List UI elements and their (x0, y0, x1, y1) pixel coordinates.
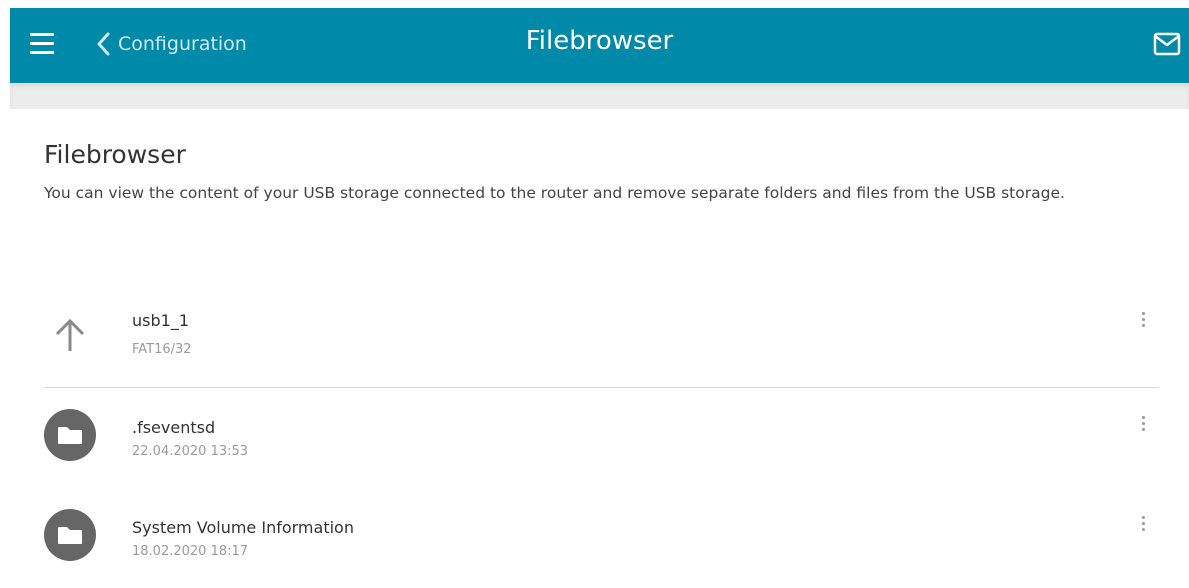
mail-icon (1153, 32, 1181, 56)
header-separator (10, 83, 1189, 109)
folder-icon (44, 509, 96, 561)
section-title: Filebrowser (44, 140, 186, 169)
file-name: .fseventsd (132, 418, 216, 437)
parent-storage-row[interactable]: usb1_1 FAT16/32 (44, 290, 1159, 388)
back-button[interactable]: Configuration (96, 26, 247, 62)
back-label: Configuration (118, 33, 247, 55)
more-vertical-icon[interactable] (1137, 516, 1149, 538)
more-vertical-icon[interactable] (1137, 416, 1149, 438)
storage-filesystem: FAT16/32 (132, 342, 192, 357)
top-bar: Configuration Filebrowser (10, 8, 1189, 83)
file-name: System Volume Information (132, 518, 354, 537)
file-date: 18.02.2020 18:17 (132, 544, 249, 559)
more-vertical-icon[interactable] (1137, 312, 1149, 334)
notifications-button[interactable] (1153, 32, 1181, 60)
chevron-left-icon (97, 32, 110, 56)
list-item[interactable]: .fseventsd 22.04.2020 13:53 (44, 388, 1159, 488)
section-description: You can view the content of your USB sto… (44, 184, 1065, 202)
storage-name: usb1_1 (132, 311, 189, 330)
arrow-up-icon[interactable] (44, 309, 96, 361)
file-list: usb1_1 FAT16/32 .fseventsd 22.04.2020 13… (44, 290, 1159, 588)
section-header: Filebrowser You can view the content of … (44, 140, 1159, 205)
file-date: 22.04.2020 13:53 (132, 444, 249, 459)
hamburger-icon[interactable] (30, 33, 54, 55)
folder-icon (44, 409, 96, 461)
list-item[interactable]: System Volume Information 18.02.2020 18:… (44, 488, 1159, 588)
